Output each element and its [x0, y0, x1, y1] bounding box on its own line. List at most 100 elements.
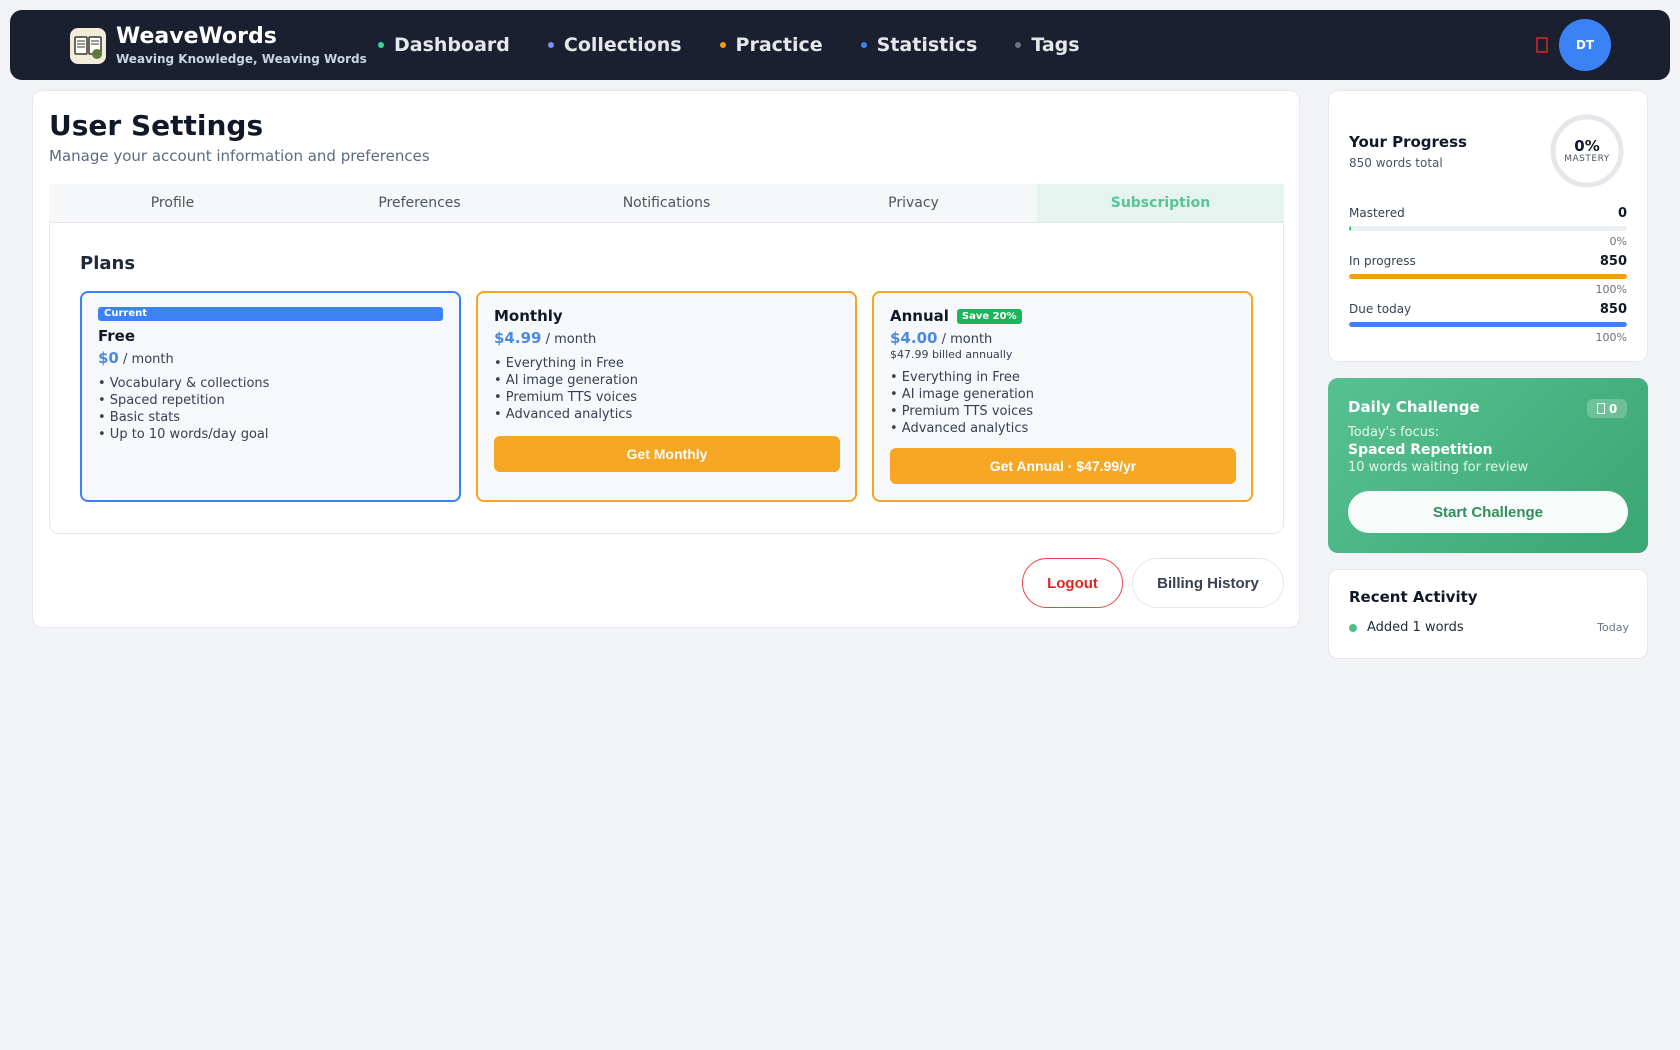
plan-price: $0 / month: [98, 349, 443, 367]
price-period: / month: [123, 352, 174, 367]
nav-dot: [719, 42, 726, 48]
nav-dot: [547, 42, 554, 48]
activity-time: Today: [1597, 621, 1629, 634]
plan-free-card: Current Free $0 / month • Vocabulary & c…: [80, 291, 461, 502]
feature-item: • Basic stats: [98, 410, 181, 425]
plan-monthly-card: Monthly $4.99 / month • Everything in Fr…: [476, 291, 857, 502]
nav-collections[interactable]: Collections: [547, 34, 682, 56]
nav-label: Dashboard: [394, 34, 510, 56]
price-period: / month: [545, 332, 597, 347]
nav-tags[interactable]: Tags: [1015, 34, 1080, 56]
price-amount: $4.00: [890, 329, 938, 347]
get-monthly-button[interactable]: Get Monthly: [494, 436, 840, 472]
brand-tagline: Weaving Knowledge, Weaving Words: [116, 52, 367, 66]
price-amount: $0: [98, 349, 119, 367]
plan-name-row: Annual Save 20%: [890, 307, 1235, 325]
plan-price: $4.00 / month: [890, 329, 1235, 347]
tab-profile[interactable]: Profile: [49, 184, 296, 222]
mastery-ring-text: 0% MASTERY: [1549, 113, 1625, 189]
progress-bar: [1349, 322, 1627, 327]
nav-dot: [1015, 42, 1022, 48]
stat-value: 850: [1599, 254, 1627, 269]
feature-item: • Everything in Free: [494, 356, 624, 371]
plan-name: Free: [98, 327, 136, 345]
feature-item: • AI image generation: [890, 387, 1034, 402]
feature-list: • Everything in Free • AI image generati…: [890, 369, 1235, 437]
recent-activity-card: Recent Activity Added 1 words Today: [1328, 569, 1648, 659]
stat-percent: 100%: [1595, 331, 1627, 344]
billing-history-button[interactable]: Billing History: [1132, 558, 1284, 608]
page-title: User Settings: [49, 109, 264, 142]
feature-list: • Everything in Free • AI image generati…: [494, 355, 839, 423]
nav-label: Practice: [735, 34, 823, 56]
billed-note: $47.99 billed annually: [890, 348, 1013, 361]
subscription-panel: Plans Current Free $0 / month • Vocabula…: [49, 222, 1284, 534]
feature-item: • Premium TTS voices: [890, 404, 1033, 419]
progress-bar: [1349, 226, 1627, 231]
feature-item: • AI image generation: [494, 373, 638, 388]
plan-price: $4.99 / month: [494, 329, 839, 347]
settings-tabs: Profile Preferences Notifications Privac…: [49, 184, 1284, 222]
activity-dot: [1349, 623, 1357, 632]
page-subtitle: Manage your account information and pref…: [49, 147, 430, 165]
streak-badge: 0: [1587, 399, 1627, 418]
brand-name: WeaveWords: [116, 24, 277, 49]
book-logo-icon: [70, 28, 106, 64]
plan-annual-card: Annual Save 20% $4.00 / month $47.99 bil…: [872, 291, 1253, 502]
mastery-percent: 0%: [1574, 137, 1600, 155]
feature-item: • Advanced analytics: [890, 421, 1029, 436]
stat-value: 0: [1617, 206, 1627, 221]
get-annual-button[interactable]: Get Annual · $47.99/yr: [890, 448, 1236, 484]
stat-mastered: Mastered 0 0%: [1349, 206, 1627, 248]
challenge-title: Daily Challenge: [1348, 398, 1480, 416]
challenge-description: 10 words waiting for review: [1348, 460, 1529, 475]
brand[interactable]: WeaveWords Weaving Knowledge, Weaving Wo…: [70, 25, 367, 67]
stat-due-today: Due today 850 100%: [1349, 302, 1627, 344]
progress-bar-fill: [1349, 274, 1627, 279]
avatar[interactable]: DT: [1559, 19, 1611, 71]
plan-name: Annual: [890, 307, 949, 325]
tab-privacy[interactable]: Privacy: [790, 184, 1037, 222]
stat-label: In progress: [1349, 254, 1416, 268]
progress-bar-fill: [1349, 226, 1351, 231]
activity-text: Added 1 words: [1367, 620, 1464, 635]
progress-bar-fill: [1349, 322, 1627, 327]
progress-subtitle: 850 words total: [1349, 156, 1443, 170]
nav-dot: [860, 42, 867, 48]
logout-button[interactable]: Logout: [1022, 558, 1123, 608]
mastery-label: MASTERY: [1564, 154, 1610, 164]
feature-item: • Spaced repetition: [98, 393, 225, 408]
tab-notifications[interactable]: Notifications: [543, 184, 790, 222]
focus-topic: Spaced Repetition: [1348, 442, 1493, 458]
daily-challenge-card: Daily Challenge 0 Today's focus: Spaced …: [1328, 378, 1648, 553]
progress-title: Your Progress: [1349, 133, 1467, 151]
feature-item: • Advanced analytics: [494, 407, 633, 422]
bell-icon[interactable]: [1535, 35, 1549, 55]
nav-statistics[interactable]: Statistics: [860, 34, 977, 56]
tab-subscription[interactable]: Subscription: [1037, 184, 1284, 222]
progress-bar: [1349, 274, 1627, 279]
stat-value: 850: [1599, 302, 1627, 317]
progress-card: Your Progress 850 words total 0% MASTERY…: [1328, 90, 1648, 362]
streak-count: 0: [1608, 401, 1618, 416]
tab-preferences[interactable]: Preferences: [296, 184, 543, 222]
nav-label: Collections: [563, 34, 682, 56]
stat-label: Mastered: [1349, 206, 1405, 220]
plans-title: Plans: [80, 253, 136, 274]
nav-practice[interactable]: Practice: [719, 34, 823, 56]
feature-list: • Vocabulary & collections • Spaced repe…: [98, 375, 443, 443]
nav-dashboard[interactable]: Dashboard: [378, 34, 510, 56]
price-amount: $4.99: [494, 329, 542, 347]
price-period: / month: [941, 332, 993, 347]
save-badge: Save 20%: [956, 308, 1022, 324]
focus-label: Today's focus:: [1348, 425, 1440, 440]
start-challenge-button[interactable]: Start Challenge: [1348, 491, 1628, 533]
stat-in-progress: In progress 850 100%: [1349, 254, 1627, 296]
plan-name: Monthly: [494, 307, 563, 325]
activity-title: Recent Activity: [1349, 588, 1478, 606]
stat-label: Due today: [1349, 302, 1412, 316]
nav-dot: [378, 42, 384, 48]
feature-item: • Premium TTS voices: [494, 390, 637, 405]
top-navbar: WeaveWords Weaving Knowledge, Weaving Wo…: [10, 10, 1670, 80]
feature-item: • Vocabulary & collections: [98, 376, 270, 391]
